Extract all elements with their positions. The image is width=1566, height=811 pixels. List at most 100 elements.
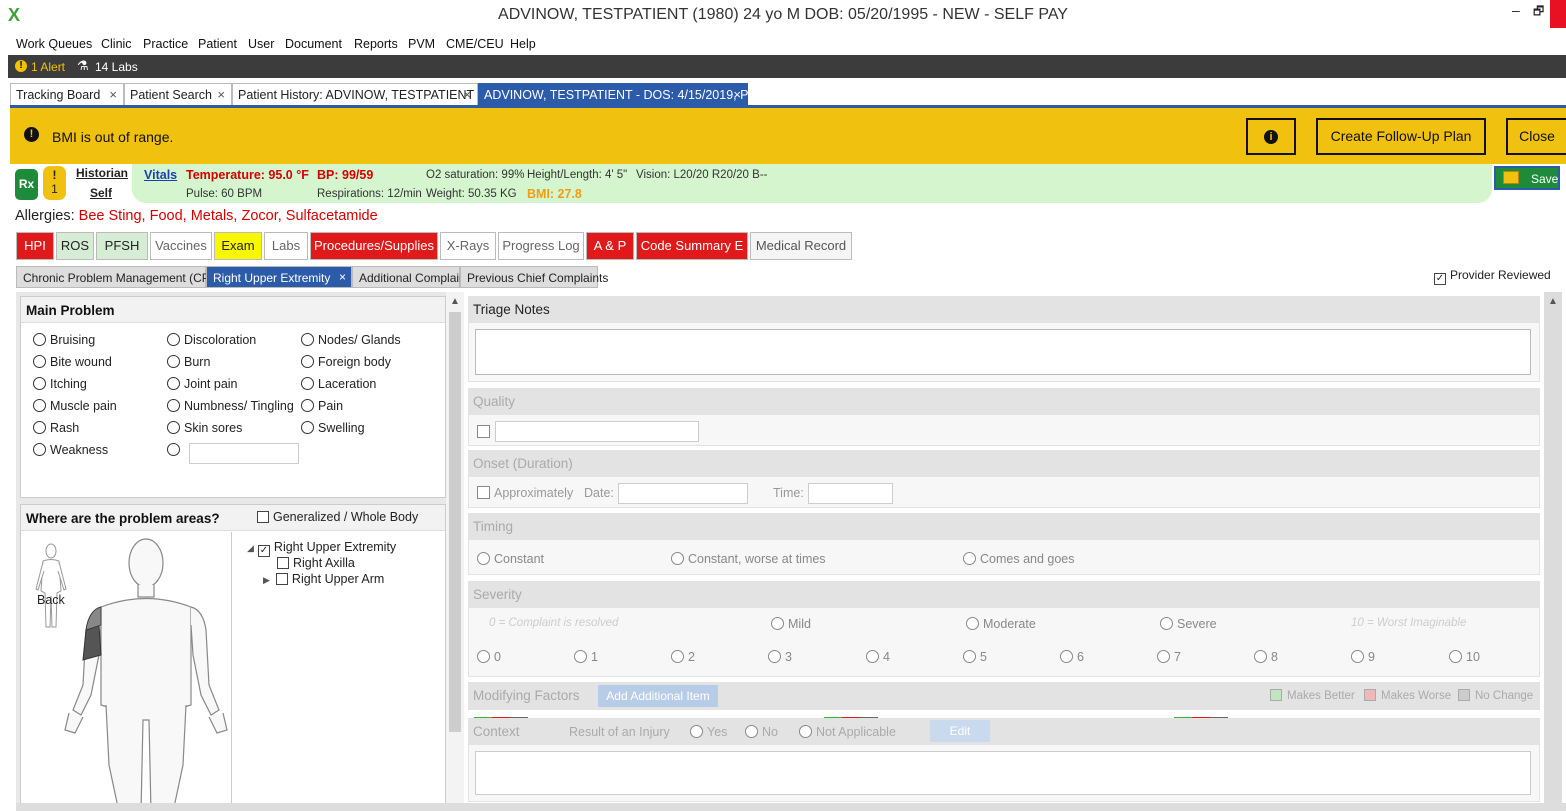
- provider-reviewed[interactable]: ✓ Provider Reviewed: [1434, 268, 1551, 285]
- severity-10[interactable]: 10: [1449, 650, 1480, 664]
- severity-4[interactable]: 4: [866, 650, 890, 664]
- context-no[interactable]: No: [745, 725, 778, 739]
- close-banner-button[interactable]: Close: [1506, 118, 1566, 155]
- context-yes[interactable]: Yes: [690, 725, 727, 739]
- quality-checkbox[interactable]: [477, 425, 494, 439]
- warning-badge[interactable]: ! 1: [43, 166, 66, 200]
- onset-date-input[interactable]: [618, 483, 748, 504]
- section-xrays[interactable]: X-Rays: [440, 232, 496, 260]
- close-icon[interactable]: ×: [217, 87, 225, 102]
- close-icon[interactable]: ×: [109, 87, 117, 102]
- historian-label[interactable]: Historian: [76, 166, 128, 180]
- alert-count[interactable]: 1 Alert: [31, 60, 65, 74]
- severity-0[interactable]: 0: [477, 650, 501, 664]
- close-window-button[interactable]: [1550, 0, 1566, 28]
- severity-5[interactable]: 5: [963, 650, 987, 664]
- scroll-thumb[interactable]: [449, 312, 461, 732]
- section-procedures[interactable]: Procedures/Supplies: [310, 232, 438, 260]
- radio-laceration[interactable]: Laceration: [301, 377, 376, 391]
- menu-reports[interactable]: Reports: [354, 37, 398, 51]
- restore-icon[interactable]: 🗗: [1533, 2, 1544, 23]
- right-upper-arm-checkbox[interactable]: [275, 573, 288, 585]
- radio-joint-pain[interactable]: Joint pain: [167, 377, 238, 391]
- section-medical-record[interactable]: Medical Record: [750, 232, 852, 260]
- radio-burn[interactable]: Burn: [167, 355, 210, 369]
- severity-1[interactable]: 1: [574, 650, 598, 664]
- tab-encounter[interactable]: ADVINOW, TESTPATIENT - DOS: 4/15/2019, P…: [478, 83, 748, 106]
- vitals-link[interactable]: Vitals: [144, 168, 177, 182]
- scroll-up-icon[interactable]: ▲: [450, 296, 460, 307]
- severity-8[interactable]: 8: [1254, 650, 1278, 664]
- subtab-right-upper-extremity[interactable]: Right Upper Extremity ×: [206, 266, 352, 288]
- subtab-previous-complaints[interactable]: Previous Chief Complaints: [460, 266, 608, 288]
- add-additional-item-button[interactable]: Add Additional Item: [598, 685, 718, 707]
- section-labs[interactable]: Labs: [264, 232, 308, 260]
- section-exam[interactable]: Exam: [214, 232, 262, 260]
- section-pfsh[interactable]: PFSH: [96, 232, 148, 260]
- severity-6[interactable]: 6: [1060, 650, 1084, 664]
- generalized-checkbox[interactable]: Generalized / Whole Body: [257, 510, 418, 524]
- close-icon[interactable]: ×: [463, 87, 471, 102]
- create-follow-up-plan-button[interactable]: Create Follow-Up Plan: [1316, 118, 1486, 155]
- section-vaccines[interactable]: Vaccines: [150, 232, 212, 260]
- triage-notes-textarea[interactable]: [475, 329, 1531, 375]
- tab-patient-history[interactable]: Patient History: ADVINOW, TESTPATIENT ×: [232, 83, 478, 106]
- onset-time-input[interactable]: [808, 483, 893, 504]
- scroll-up-icon[interactable]: ▲: [1548, 296, 1558, 307]
- menu-cme-ceu[interactable]: CME/CEU: [446, 37, 504, 51]
- tree-root-checkbox[interactable]: ✓: [257, 545, 270, 557]
- timing-comes-and-goes[interactable]: Comes and goes: [963, 552, 1075, 566]
- section-code-summary[interactable]: Code Summary E: [636, 232, 748, 260]
- menu-pvm[interactable]: PVM: [408, 37, 435, 51]
- radio-pain[interactable]: Pain: [301, 399, 343, 413]
- severity-7[interactable]: 7: [1157, 650, 1181, 664]
- radio-rash[interactable]: Rash: [33, 421, 79, 435]
- tree-root[interactable]: ◢ ✓ Right Upper Extremity: [247, 540, 396, 557]
- radio-skin-sores[interactable]: Skin sores: [167, 421, 242, 435]
- context-edit-button[interactable]: Edit: [930, 720, 990, 742]
- tree-right-axilla[interactable]: Right Axilla: [277, 556, 355, 570]
- right-axilla-checkbox[interactable]: [277, 557, 289, 569]
- minimize-icon[interactable]: –: [1512, 2, 1520, 18]
- tab-patient-search[interactable]: Patient Search ×: [124, 83, 232, 106]
- tab-tracking-board[interactable]: Tracking Board ×: [10, 83, 124, 106]
- left-scrollbar[interactable]: ▲: [446, 292, 464, 811]
- severity-severe[interactable]: Severe: [1160, 617, 1217, 631]
- section-hpi[interactable]: HPI: [16, 232, 54, 260]
- right-scrollbar[interactable]: ▲: [1544, 292, 1562, 811]
- menu-help[interactable]: Help: [510, 37, 536, 51]
- historian-value[interactable]: Self: [90, 186, 112, 200]
- radio-foreign-body[interactable]: Foreign body: [301, 355, 391, 369]
- radio-weakness[interactable]: Weakness: [33, 443, 108, 457]
- severity-2[interactable]: 2: [671, 650, 695, 664]
- radio-numbness[interactable]: Numbness/ Tingling: [167, 399, 294, 413]
- timing-constant-worse[interactable]: Constant, worse at times: [671, 552, 826, 566]
- radio-muscle-pain[interactable]: Muscle pain: [33, 399, 117, 413]
- menu-user[interactable]: User: [248, 37, 274, 51]
- radio-other[interactable]: [167, 443, 184, 457]
- expand-icon[interactable]: ◢: [247, 543, 254, 553]
- info-button[interactable]: i: [1246, 118, 1296, 155]
- section-a-and-p[interactable]: A & P: [586, 232, 634, 260]
- menu-document[interactable]: Document: [285, 37, 342, 51]
- menu-clinic[interactable]: Clinic: [101, 37, 132, 51]
- subtab-additional-complaint[interactable]: Additional Complaint: [352, 266, 469, 288]
- section-progress-log[interactable]: Progress Log: [498, 232, 584, 260]
- radio-discoloration[interactable]: Discoloration: [167, 333, 256, 347]
- radio-nodes-glands[interactable]: Nodes/ Glands: [301, 333, 401, 347]
- body-diagram-icon[interactable]: [61, 535, 231, 811]
- close-icon[interactable]: ×: [339, 270, 346, 284]
- severity-9[interactable]: 9: [1351, 650, 1375, 664]
- save-button[interactable]: Save: [1494, 166, 1560, 190]
- menu-practice[interactable]: Practice: [143, 37, 188, 51]
- context-not-applicable[interactable]: Not Applicable: [799, 725, 896, 739]
- severity-3[interactable]: 3: [768, 650, 792, 664]
- section-ros[interactable]: ROS: [56, 232, 94, 260]
- other-problem-input[interactable]: [189, 443, 299, 464]
- radio-bruising[interactable]: Bruising: [33, 333, 95, 347]
- menu-work-queues[interactable]: Work Queues: [16, 37, 92, 51]
- approximately-checkbox[interactable]: Approximately: [477, 486, 573, 500]
- severity-moderate[interactable]: Moderate: [966, 617, 1036, 631]
- provider-reviewed-checkbox[interactable]: ✓: [1434, 273, 1446, 285]
- subtab-cpm[interactable]: Chronic Problem Management (CPM): [16, 266, 224, 288]
